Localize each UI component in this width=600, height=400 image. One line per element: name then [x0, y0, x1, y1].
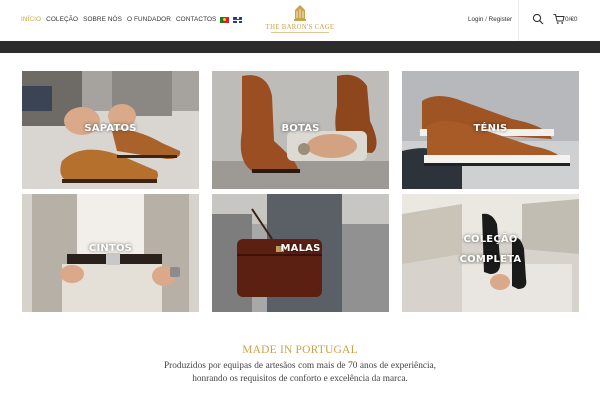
header-divider: [518, 0, 519, 41]
account-separator: /: [485, 16, 487, 23]
logo-underline: [271, 32, 329, 33]
intro-description: Produzidos por equipas de artesãos com m…: [164, 361, 436, 384]
category-tile-botas[interactable]: Botas: [212, 71, 389, 189]
nav-item-o-fundador[interactable]: O Fundador: [127, 16, 171, 23]
main-nav: Início Coleção Sobre Nós O Fundador Cont…: [21, 16, 243, 23]
account-links: Login / Register: [468, 16, 512, 23]
category-label-line2: Completa: [459, 254, 522, 265]
category-tile-tenis[interactable]: Ténis: [402, 71, 579, 189]
register-link[interactable]: Register: [489, 16, 512, 23]
uk-flag-icon[interactable]: [233, 16, 243, 23]
logo-text: THE BARON'S CAGE: [265, 24, 335, 31]
header-dark-bar: [0, 41, 600, 53]
search-icon[interactable]: [532, 13, 544, 25]
category-label: Sapatos: [84, 123, 137, 134]
site-logo[interactable]: THE BARON'S CAGE: [262, 4, 338, 38]
nav-item-sobre-nos[interactable]: Sobre Nós: [83, 16, 122, 23]
pt-flag-icon[interactable]: [220, 16, 230, 23]
birdcage-crest-icon: [294, 5, 306, 21]
category-tile-sapatos[interactable]: Sapatos: [22, 71, 199, 189]
category-label: Botas: [281, 123, 320, 134]
category-label: Malas: [280, 243, 321, 254]
made-in-portugal-heading: MADE IN PORTUGAL: [242, 344, 358, 356]
login-link[interactable]: Login: [468, 16, 483, 23]
category-label: Cintos: [88, 243, 133, 254]
category-tile-colecao-completa[interactable]: Coleção Completa: [402, 194, 579, 312]
cart-summary[interactable]: 0/€0: [565, 16, 577, 23]
nav-item-inicio[interactable]: Início: [21, 16, 41, 23]
cart-icon[interactable]: [553, 13, 565, 25]
nav-item-contactos[interactable]: Contactos: [176, 16, 216, 23]
nav-item-colecao[interactable]: Coleção: [46, 16, 78, 23]
category-label: Ténis: [473, 123, 508, 134]
category-label: Coleção: [463, 234, 518, 245]
cart-total: €0: [570, 16, 578, 23]
category-tile-malas[interactable]: Malas: [212, 194, 389, 312]
site-header: Início Coleção Sobre Nós O Fundador Cont…: [0, 0, 600, 41]
category-tile-cintos[interactable]: Cintos: [22, 194, 199, 312]
